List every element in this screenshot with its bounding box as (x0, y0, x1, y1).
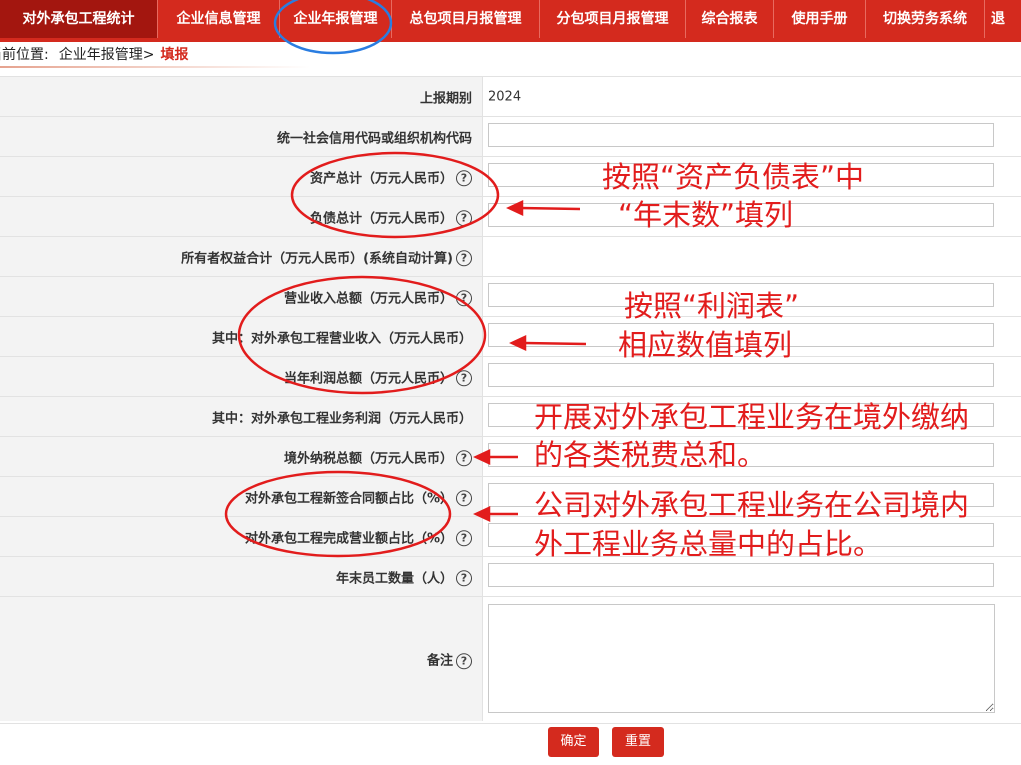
nav-item-manual[interactable]: 使用手册 (774, 0, 866, 38)
help-icon[interactable]: ? (456, 210, 472, 227)
help-icon[interactable]: ? (456, 570, 472, 587)
form-row-employees: 年末员工数量（人）? (0, 557, 1021, 597)
form-row-contracting-revenue: 其中：对外承包工程营业收入（万元人民币） (0, 317, 1021, 357)
form-row-total-profit: 当年利润总额（万元人民币）? (0, 357, 1021, 397)
breadcrumb-prefix: 当前位置: (0, 47, 49, 63)
form-row-remarks: 备注? (0, 597, 1021, 721)
remarks-textarea[interactable] (488, 604, 995, 713)
top-nav: 对外承包工程统计 企业信息管理 企业年报管理 总包项目月报管理 分包项目月报管理… (0, 0, 1021, 42)
nav-item-switch-labor[interactable]: 切换劳务系统 (866, 0, 985, 38)
field-label: 资产总计（万元人民币） (309, 170, 453, 186)
form-row-period: 上报期别 2024 (0, 77, 1021, 117)
annotation-tax-line1: 开展对外承包工程业务在境外缴纳 (534, 400, 970, 434)
form-row-revenue: 营业收入总额（万元人民币）? (0, 277, 1021, 317)
reset-button[interactable]: 重置 (612, 727, 664, 757)
field-label: 对外承包工程新签合同额占比（%） (244, 490, 453, 506)
form-row-total-liabilities: 负债总计（万元人民币）? (0, 197, 1021, 237)
help-icon[interactable]: ? (456, 450, 472, 467)
form-row-owners-equity: 所有者权益合计（万元人民币）(系统自动计算)? (0, 237, 1021, 277)
annotation-ratio-line2: 外工程业务总量中的占比。 (534, 527, 883, 561)
field-label: 统一社会信用代码或组织机构代码 (276, 131, 472, 146)
breadcrumb-parent[interactable]: 企业年报管理> (59, 47, 155, 63)
field-label: 上报期别 (419, 91, 472, 106)
nav-item-reports[interactable]: 综合报表 (686, 0, 774, 38)
help-icon[interactable]: ? (456, 490, 472, 507)
employees-input[interactable] (488, 563, 994, 587)
field-label: 当年利润总额（万元人民币） (283, 370, 453, 386)
annotation-balance-line2: “年末数”填列 (618, 198, 794, 232)
form-row-overseas-tax: 境外纳税总额（万元人民币）? (0, 437, 1021, 477)
help-icon[interactable]: ? (456, 290, 472, 307)
field-label: 所有者权益合计（万元人民币）(系统自动计算) (181, 250, 453, 266)
breadcrumb: 当前位置: 企业年报管理> 填报 (0, 42, 188, 68)
field-label: 境外纳税总额（万元人民币） (283, 450, 453, 466)
field-label: 年末员工数量（人） (335, 570, 453, 586)
breadcrumb-current: 填报 (160, 47, 189, 63)
form-row-credit-code: 统一社会信用代码或组织机构代码 (0, 117, 1021, 157)
annotation-tax-line2: 的各类税费总和。 (534, 438, 767, 472)
form-row-total-assets: 资产总计（万元人民币）? (0, 157, 1021, 197)
breadcrumb-divider (0, 66, 310, 68)
nav-item-annual-report[interactable]: 企业年报管理 (280, 0, 392, 38)
help-icon[interactable]: ? (456, 250, 472, 267)
help-icon[interactable]: ? (456, 652, 472, 669)
nav-item-company-info[interactable]: 企业信息管理 (158, 0, 280, 38)
credit-code-input[interactable] (488, 123, 994, 147)
nav-item-main-contract-monthly[interactable]: 总包项目月报管理 (392, 0, 540, 38)
period-value: 2024 (488, 89, 522, 104)
help-icon[interactable]: ? (456, 170, 472, 187)
confirm-button[interactable]: 确定 (548, 727, 599, 757)
annotation-ratio-line1: 公司对外承包工程业务在公司境内 (534, 488, 970, 522)
field-label: 其中：对外承包工程营业收入（万元人民币） (211, 331, 472, 346)
total-profit-input[interactable] (488, 363, 994, 387)
field-label: 备注 (426, 653, 453, 669)
annotation-profit-line1: 按照“利润表” (624, 289, 800, 323)
field-label: 其中：对外承包工程业务利润（万元人民币） (211, 411, 472, 426)
annotation-balance-line1: 按照“资产负债表”中 (602, 160, 865, 194)
field-label: 对外承包工程完成营业额占比（%） (244, 530, 453, 546)
help-icon[interactable]: ? (456, 530, 472, 547)
annotation-profit-line2: 相应数值填列 (618, 328, 793, 362)
nav-item-exit[interactable]: 退 (985, 0, 1021, 38)
help-icon[interactable]: ? (456, 370, 472, 387)
nav-item-contracting-stats[interactable]: 对外承包工程统计 (0, 0, 158, 38)
nav-item-subcontract-monthly[interactable]: 分包项目月报管理 (540, 0, 686, 38)
field-label: 负债总计（万元人民币） (309, 210, 453, 226)
field-label: 营业收入总额（万元人民币） (283, 290, 453, 306)
